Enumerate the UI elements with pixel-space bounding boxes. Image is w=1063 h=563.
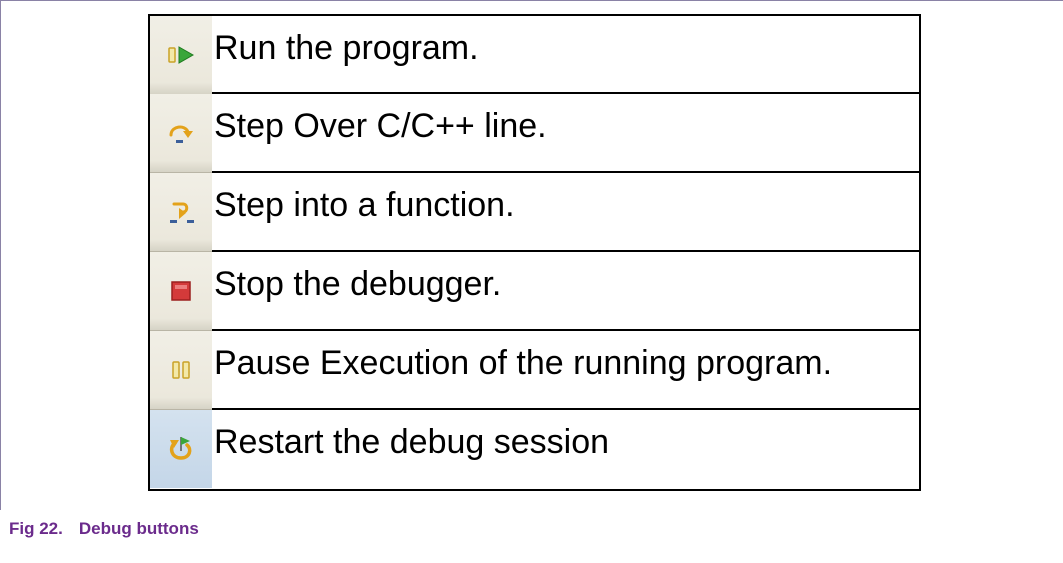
row-label: Run the program. (214, 29, 479, 67)
stop-icon (171, 281, 191, 301)
row-label: Stop the debugger. (214, 265, 502, 303)
table-row: Restart the debug session (148, 408, 921, 491)
table-row: Step into a function. (148, 171, 921, 252)
table-row: Step Over C/C++ line. (148, 92, 921, 173)
row-label: Pause Execution of the running program. (214, 344, 833, 382)
stop-button[interactable] (150, 252, 212, 331)
figure-number: Fig 22. (9, 519, 63, 538)
pause-icon (172, 361, 190, 379)
page-frame-left (0, 0, 1, 510)
row-label: Step into a function. (214, 186, 515, 224)
table-row: Stop the debugger. (148, 250, 921, 331)
debug-buttons-table: Run the program. Step Over C/C++ line. S… (148, 14, 921, 491)
pause-button[interactable] (150, 331, 212, 410)
figure-title: Debug buttons (78, 519, 199, 538)
restart-icon (169, 437, 192, 460)
step-over-icon (169, 125, 193, 143)
run-button[interactable] (150, 16, 212, 95)
resume-icon (168, 46, 194, 64)
step-over-button[interactable] (150, 94, 212, 173)
step-into-button[interactable] (150, 173, 212, 252)
page-frame-top (0, 0, 1063, 1)
row-label: Step Over C/C++ line. (214, 107, 547, 145)
restart-button[interactable] (150, 410, 212, 488)
table-row: Run the program. (148, 14, 921, 95)
figure-caption: Fig 22. Debug buttons (9, 519, 199, 539)
row-label: Restart the debug session (214, 423, 610, 461)
table-row: Pause Execution of the running program. (148, 329, 921, 410)
step-into-icon (170, 202, 194, 223)
